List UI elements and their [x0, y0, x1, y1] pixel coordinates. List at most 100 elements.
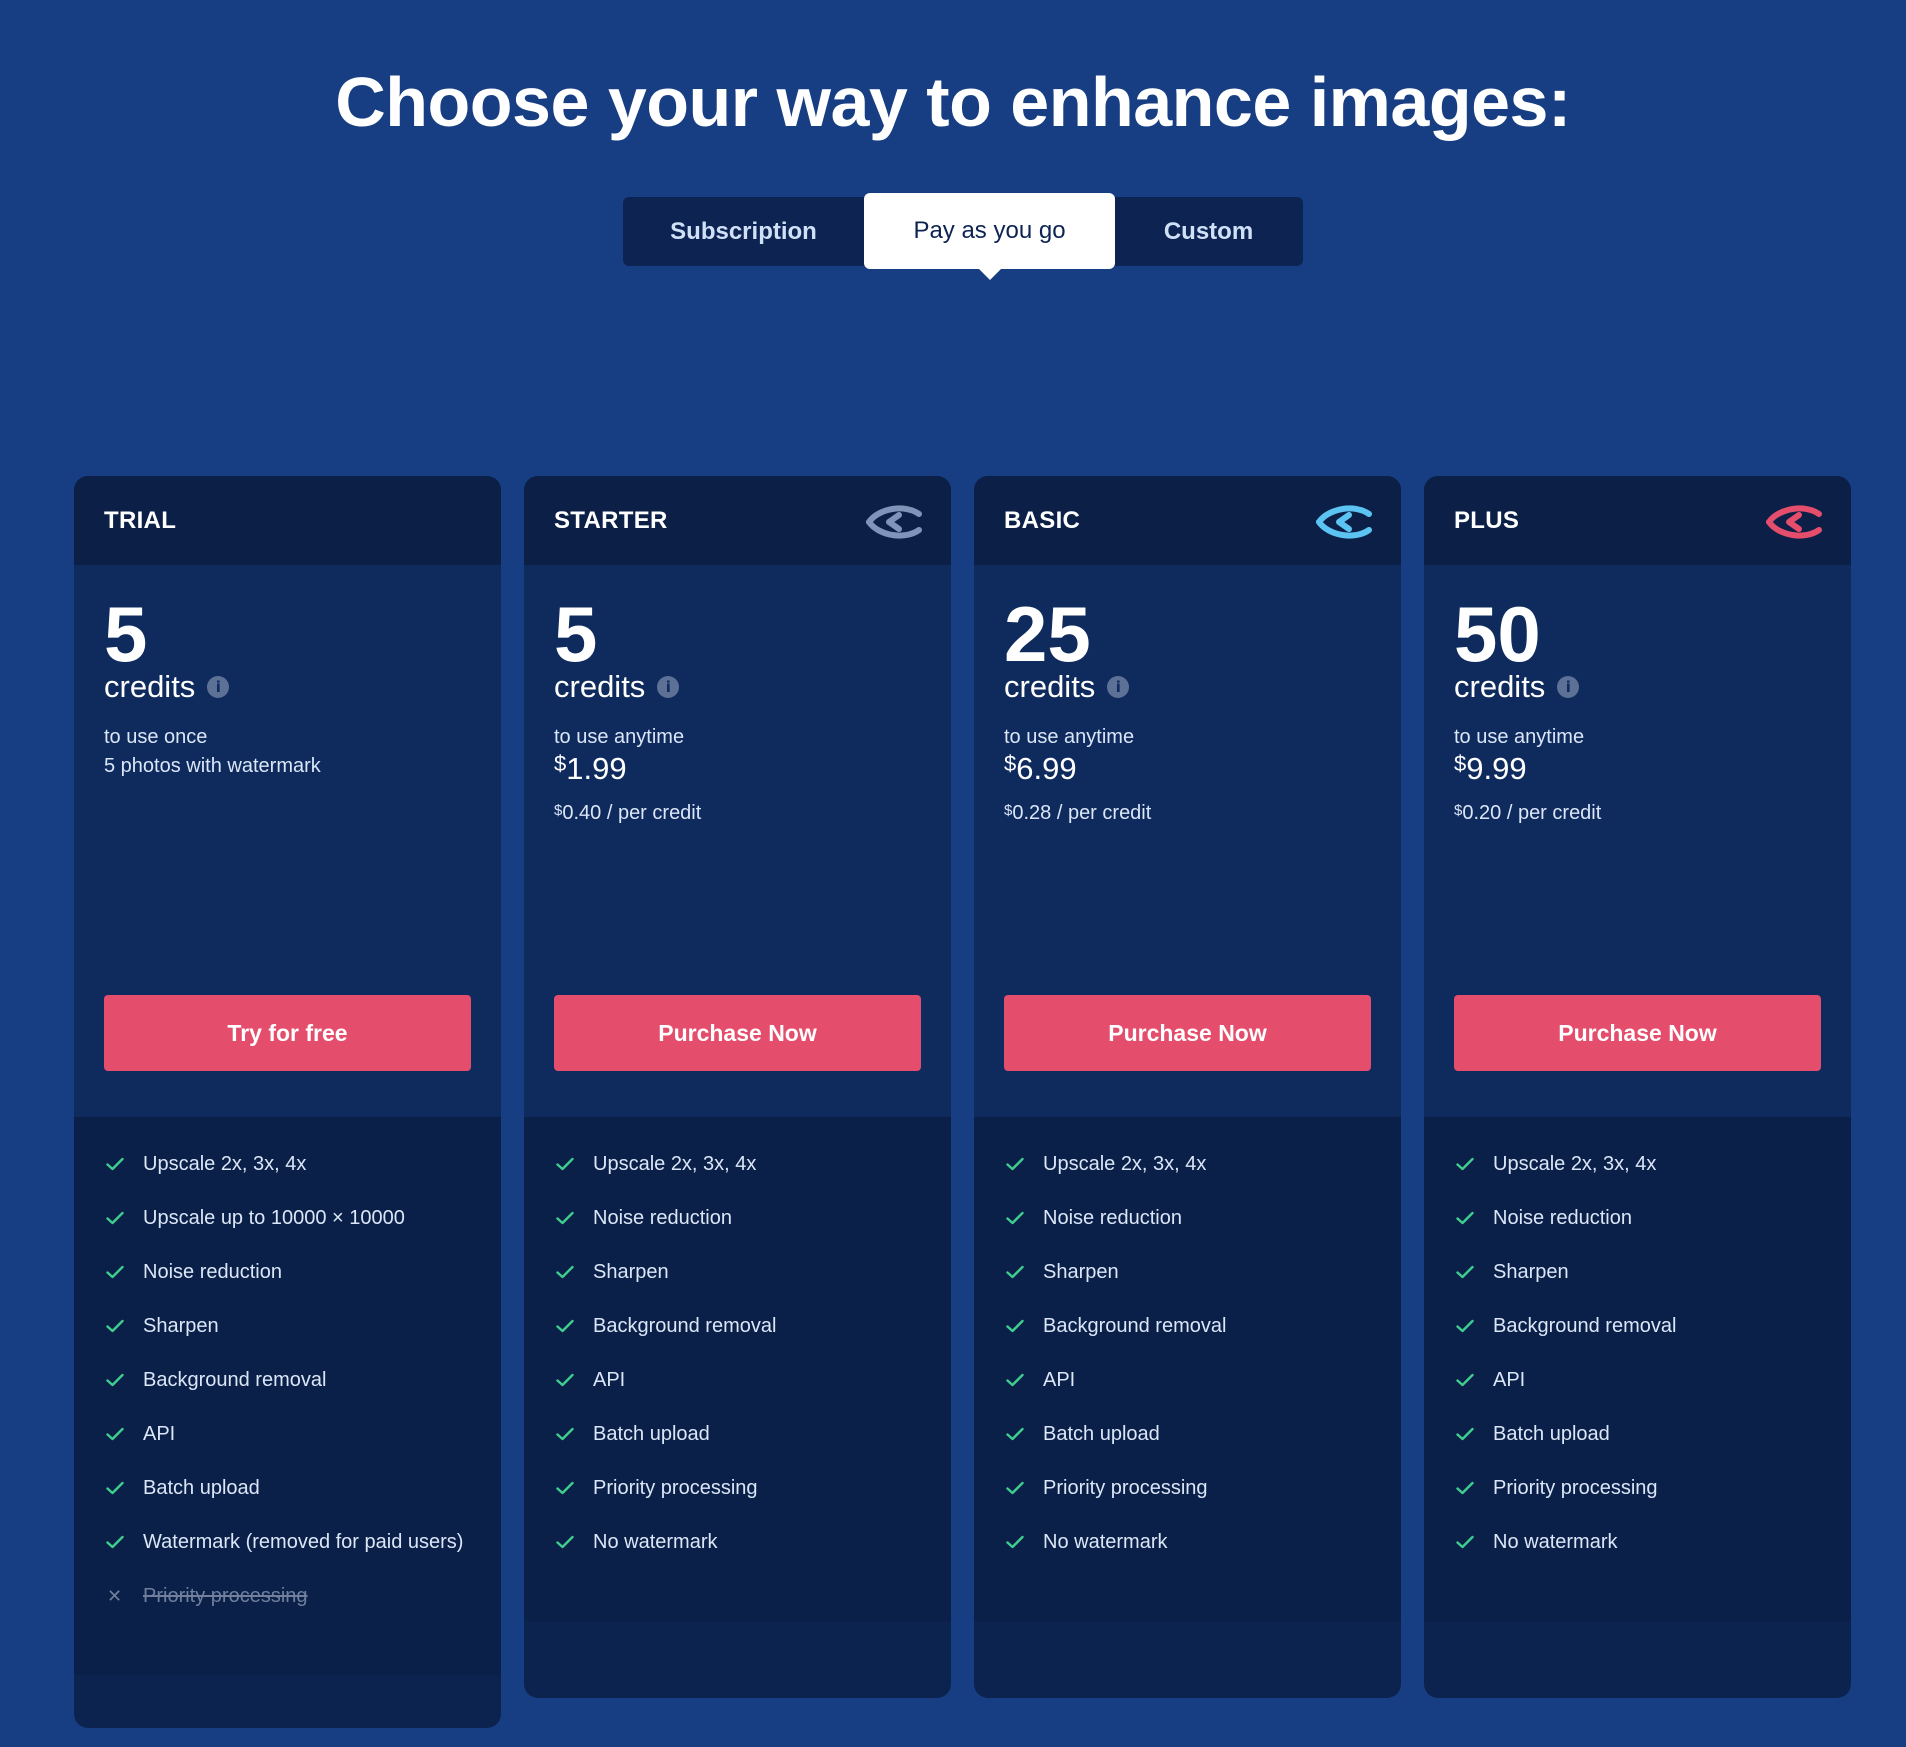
feature-label: No watermark [1493, 1531, 1618, 1553]
check-icon [556, 1211, 574, 1225]
plan-card-starter: STARTER 5 credits i to use anytime $1.99… [524, 476, 951, 1698]
check-icon [1456, 1157, 1474, 1171]
plan-name: TRIAL [104, 507, 177, 534]
currency-symbol: $ [1454, 751, 1467, 776]
tab-subscription[interactable]: Subscription [623, 197, 864, 266]
feature-item: Priority processing [1454, 1473, 1821, 1503]
check-icon [1006, 1481, 1024, 1495]
usage-note: to use once [104, 726, 208, 748]
plan-card-body: 5 credits i to use once 5 photos with wa… [74, 565, 501, 1117]
feature-label: Noise reduction [593, 1207, 732, 1229]
per-credit-price: $0.28 / per credit [1004, 802, 1151, 825]
check-icon [1456, 1481, 1474, 1495]
tab-custom[interactable]: Custom [1114, 197, 1303, 266]
feature-label: Batch upload [143, 1477, 260, 1499]
plan-card-body: 25 credits i to use anytime $6.99 $0.28 … [974, 565, 1401, 1117]
check-icon [106, 1157, 124, 1171]
purchase-now-button[interactable]: Purchase Now [1004, 995, 1371, 1071]
feature-label: API [1043, 1369, 1076, 1391]
feature-item: No watermark [554, 1527, 921, 1557]
feature-item: Priority processing [554, 1473, 921, 1503]
check-icon [106, 1373, 124, 1387]
plan-card-trial: TRIAL 5 credits i to use once 5 photos w… [74, 476, 501, 1728]
price: $9.99 [1454, 751, 1527, 787]
check-icon [556, 1427, 574, 1441]
credit-count: 25 [1004, 590, 1091, 678]
feature-label: Priority processing [593, 1477, 758, 1499]
per-credit-value: 0.20 / per credit [1462, 802, 1602, 824]
feature-label: Batch upload [593, 1423, 710, 1445]
feature-item: Upscale up to 10000 × 10000 [104, 1203, 471, 1233]
credit-label-row: credits i [1004, 669, 1130, 705]
feature-label: Background removal [1493, 1315, 1677, 1337]
feature-item: Noise reduction [554, 1203, 921, 1233]
plan-card-header: STARTER [524, 476, 951, 565]
info-icon[interactable]: i [207, 676, 230, 698]
feature-item: No watermark [1004, 1527, 1371, 1557]
plan-name: STARTER [554, 507, 668, 534]
feature-label: Upscale 2x, 3x, 4x [1043, 1153, 1207, 1175]
feature-label: Sharpen [593, 1261, 669, 1283]
currency-symbol: $ [1004, 751, 1017, 776]
try-for-free-button[interactable]: Try for free [104, 995, 471, 1071]
plan-card-header: PLUS [1424, 476, 1851, 565]
check-icon [556, 1319, 574, 1333]
price-value: 9.99 [1466, 751, 1527, 786]
feature-label: Background removal [1043, 1315, 1227, 1337]
feature-item: Upscale 2x, 3x, 4x [1454, 1149, 1821, 1179]
feature-label: Noise reduction [143, 1261, 282, 1283]
plan-card-body: 5 credits i to use anytime $1.99 $0.40 /… [524, 565, 951, 1117]
check-icon [1456, 1265, 1474, 1279]
feature-label: Upscale up to 10000 × 10000 [143, 1207, 405, 1229]
feature-label: Sharpen [1493, 1261, 1569, 1283]
feature-item: Upscale 2x, 3x, 4x [104, 1149, 471, 1179]
per-credit-value: 0.28 / per credit [1012, 802, 1152, 824]
feature-label: Sharpen [1043, 1261, 1119, 1283]
check-icon [556, 1265, 574, 1279]
purchase-now-button[interactable]: Purchase Now [554, 995, 921, 1071]
info-icon[interactable]: i [1557, 676, 1580, 698]
feature-item: Background removal [104, 1365, 471, 1395]
page-title: Choose your way to enhance images: [335, 63, 1571, 141]
eye-logo-icon [1316, 505, 1372, 539]
feature-label: Priority processing [1493, 1477, 1658, 1499]
usage-note: to use anytime [554, 726, 685, 748]
feature-item: Noise reduction [1454, 1203, 1821, 1233]
feature-label: No watermark [1043, 1531, 1168, 1553]
check-icon [1006, 1265, 1024, 1279]
feature-item: No watermark [1454, 1527, 1821, 1557]
check-icon [1456, 1535, 1474, 1549]
per-credit-value: 0.40 / per credit [562, 802, 702, 824]
check-icon [106, 1481, 124, 1495]
plan-card-header: BASIC [974, 476, 1401, 565]
tab-pay-as-you-go[interactable]: Pay as you go [864, 193, 1115, 280]
feature-item: Upscale 2x, 3x, 4x [554, 1149, 921, 1179]
plan-name: PLUS [1454, 507, 1520, 534]
feature-item: Sharpen [104, 1311, 471, 1341]
feature-label: Noise reduction [1043, 1207, 1182, 1229]
plan-card-body: 50 credits i to use anytime $9.99 $0.20 … [1424, 565, 1851, 1117]
feature-item: Sharpen [1454, 1257, 1821, 1287]
check-icon [556, 1481, 574, 1495]
credit-label: credits [1004, 669, 1096, 704]
eye-logo-icon [866, 505, 922, 539]
feature-label: API [593, 1369, 626, 1391]
feature-label: Watermark (removed for paid users) [143, 1531, 464, 1553]
plan-card-plus: PLUS 50 credits i to use anytime $9.99 $… [1424, 476, 1851, 1698]
credit-label: credits [104, 669, 196, 704]
credit-count: 50 [1454, 590, 1541, 678]
feature-label: API [143, 1423, 176, 1445]
credit-label: credits [554, 669, 646, 704]
purchase-now-button[interactable]: Purchase Now [1454, 995, 1821, 1071]
feature-item: API [104, 1419, 471, 1449]
info-icon[interactable]: i [1107, 676, 1130, 698]
check-icon [106, 1535, 124, 1549]
plan-card-basic: BASIC 25 credits i to use anytime $6.99 … [974, 476, 1401, 1698]
feature-item: Priority processing [1004, 1473, 1371, 1503]
check-icon [106, 1265, 124, 1279]
price-value: 1.99 [566, 751, 627, 786]
info-icon[interactable]: i [657, 676, 680, 698]
usage-note: to use anytime [1454, 726, 1585, 748]
feature-label: Background removal [593, 1315, 777, 1337]
feature-label: Priority processing [1043, 1477, 1208, 1499]
